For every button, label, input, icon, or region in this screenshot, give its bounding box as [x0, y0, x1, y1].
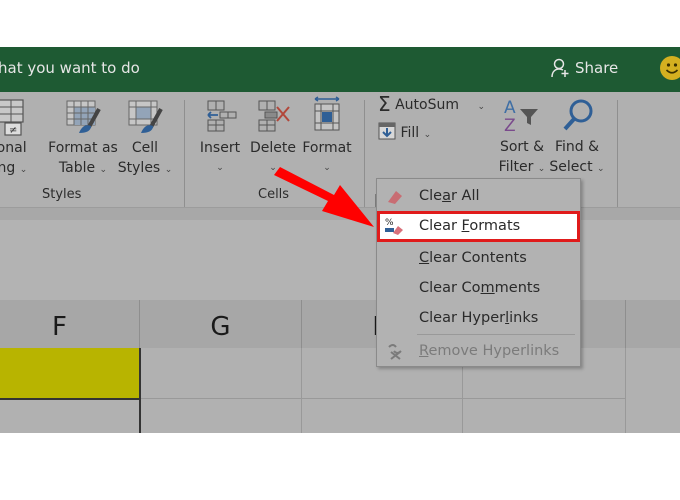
annotation-arrow-icon — [274, 167, 374, 227]
format-label: Format — [302, 140, 352, 156]
conditional-formatting-button[interactable]: ≠ itional tting ⌄ — [0, 95, 40, 180]
conditional-formatting-icon: ≠ — [0, 99, 24, 136]
chevron-down-icon: ⌄ — [477, 102, 485, 112]
fill-label: Fill — [400, 125, 420, 141]
cell-h2[interactable] — [302, 399, 463, 433]
sort-label-2: Filter — [498, 159, 534, 175]
tell-me-search[interactable]: hat you want to do — [0, 59, 140, 77]
chevron-down-icon: ⌄ — [19, 165, 28, 175]
format-as-table-icon — [66, 100, 101, 133]
menu-item-clear-all[interactable]: Clear All — [377, 181, 580, 211]
styles-group-label: Styles — [42, 187, 82, 202]
share-label: Share — [575, 59, 619, 77]
fill-button[interactable]: Fill ⌄ — [378, 122, 458, 145]
menu-item-label: Clear Comments — [419, 280, 541, 296]
chevron-down-icon: ⌄ — [423, 130, 432, 140]
menu-item-remove-hyperlinks: Remove Hyperlinks — [377, 336, 580, 366]
menu-item-label: Clear All — [419, 188, 480, 204]
menu-item-label: Clear Formats — [419, 218, 521, 234]
title-bar: hat you want to do Share — [0, 47, 680, 92]
svg-text:A: A — [504, 98, 516, 118]
find-label-2: Select — [549, 159, 593, 175]
menu-item-clear-contents[interactable]: Clear Contents — [377, 243, 580, 273]
conditional-formatting-label-1: itional — [0, 140, 27, 156]
insert-cells-icon — [207, 100, 237, 132]
selected-cell-f[interactable] — [0, 348, 141, 400]
menu-separator — [417, 334, 575, 335]
group-separator — [617, 100, 618, 208]
cell-f2[interactable] — [0, 400, 141, 433]
menu-item-label: Clear Contents — [419, 250, 527, 266]
menu-item-clear-hyperlinks[interactable]: Clear Hyperlinks — [377, 303, 580, 333]
menu-item-clear-comments[interactable]: Clear Comments — [377, 273, 580, 303]
format-cells-icon — [314, 96, 340, 131]
cell-styles-icon — [128, 100, 163, 133]
person-add-icon — [551, 58, 569, 78]
magnifier-icon — [563, 99, 593, 131]
cell-g2[interactable] — [141, 399, 302, 433]
svg-text:≠: ≠ — [9, 125, 17, 136]
svg-text:%: % — [385, 218, 394, 228]
cell-styles-label-1: Cell — [131, 140, 159, 156]
eraser-icon — [388, 191, 402, 204]
autosum-button[interactable]: Σ AutoSum ⌄ — [378, 94, 493, 117]
insert-cells-button[interactable]: Insert ⌄ — [196, 95, 244, 178]
fill-down-icon — [378, 122, 396, 140]
find-select-button[interactable]: Find & Select ⌄ — [548, 95, 606, 179]
clear-dropdown-menu: Clear All % Clear Formats Clear Contents… — [376, 178, 581, 367]
menu-item-clear-formats[interactable]: % Clear Formats — [377, 211, 580, 242]
share-button[interactable]: Share — [550, 58, 618, 78]
column-header-g[interactable]: G — [140, 300, 302, 348]
sort-filter-button[interactable]: A Z Sort & Filter ⌄ — [494, 95, 550, 179]
format-as-table-label-2: Table — [58, 160, 96, 176]
menu-item-label: Remove Hyperlinks — [419, 343, 560, 359]
menu-item-label: Clear Hyperlinks — [419, 310, 539, 326]
excel-window: hat you want to do Share ≠ onal ng ⌄ For… — [0, 47, 680, 433]
cell-styles-button[interactable]: Cell Styles ⌄ — [112, 95, 178, 180]
insert-label: Insert — [199, 140, 241, 156]
cell-i2[interactable] — [463, 399, 626, 433]
svg-text:Z: Z — [504, 116, 516, 136]
delete-cells-icon — [258, 100, 290, 132]
chevron-down-icon: ⌄ — [164, 165, 173, 175]
chevron-down-icon: ⌄ — [537, 164, 546, 174]
smiley-icon[interactable] — [660, 56, 680, 80]
sort-label-1: Sort & — [499, 139, 545, 155]
delete-label: Delete — [250, 140, 296, 156]
chevron-down-icon: ⌄ — [216, 163, 224, 173]
group-separator — [184, 100, 185, 208]
chevron-down-icon: ⌄ — [597, 164, 605, 174]
find-label-1: Find & — [554, 139, 600, 155]
sort-filter-icon: A Z — [504, 98, 538, 136]
autosum-label: AutoSum — [395, 97, 459, 113]
clear-formats-icon: % — [385, 218, 403, 235]
cell-styles-label-2: Styles — [117, 160, 161, 176]
chevron-down-icon: ⌄ — [99, 165, 108, 175]
column-header-f[interactable]: F — [0, 300, 140, 348]
conditional-formatting-label-2: tting — [0, 160, 16, 176]
remove-hyperlink-icon — [388, 344, 402, 360]
cell-g[interactable] — [141, 348, 302, 399]
sigma-icon: Σ — [378, 92, 391, 116]
